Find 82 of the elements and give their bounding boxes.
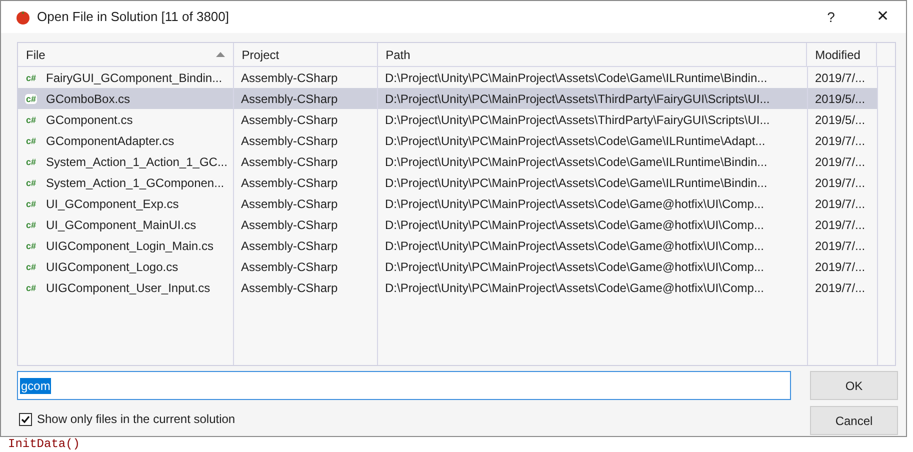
table-cell-text: UIGComponent_Login_Main.cs — [46, 238, 214, 254]
table-cell-text: D:\Project\Unity\PC\MainProject\Assets\Code\Game@hotfix\UI\Comp... — [385, 196, 764, 212]
table-cell-text: Assembly-CSharp — [241, 112, 338, 128]
table-cell-text: 2019/7/... — [815, 70, 866, 86]
table-cell-text: 2019/7/... — [815, 238, 866, 254]
table-cell-text: 2019/5/... — [815, 90, 866, 108]
table-cell-text: D:\Project\Unity\PC\MainProject\Assets\Code\Game\ILRuntime\Bindin... — [385, 70, 768, 86]
table-cell-text: D:\Project\Unity\PC\MainProject\Assets\Code\Game@hotfix\UI\Comp... — [385, 238, 764, 254]
table-cell-text: System_Action_1_GComponen... — [46, 174, 224, 192]
csharp-icon: c# — [25, 94, 38, 104]
table-cell-text: D:\Project\Unity\PC\MainProject\Assets\Code\Game@hotfix\UI\Comp... — [385, 258, 764, 276]
table-cell-text: 2019/5/... — [815, 112, 866, 128]
file-row[interactable]: c# GComboBox.cs Assembly-CSharp D:\Project\Unity\PC\MainProject\Assets\ThirdParty\FairyGUI\Scripts\UI... 2019/5/... — [18, 88, 878, 109]
csharp-icon: c# — [25, 178, 38, 188]
table-cell-text: D:\Project\Unity\PC\MainProject\Assets\ThirdParty\FairyGUI\Scripts\UI... — [385, 112, 770, 128]
csharp-icon: c# — [25, 72, 38, 82]
table-cell-text: Assembly-CSharp — [241, 132, 338, 150]
file-row[interactable]: c# System_Action_1_Action_1_GC... Assembly-CSharp D:\Project\Unity\PC\MainProject\Assets\Code\Game\ILRuntime\Bindin... 2019/7/... — [18, 151, 878, 172]
file-row[interactable]: c# UIGComponent_Login_Main.cs Assembly-CSharp D:\Project\Unity\PC\MainProject\Assets\Code\Game@hotfix\UI\Comp... 2019/7/... — [18, 235, 878, 256]
table-cell-text: FairyGUI_GComponent_Bindin... — [46, 70, 222, 86]
table-cell-text: 2019/7/... — [815, 216, 866, 234]
table-cell-text: UIGComponent_User_Input.cs — [46, 280, 210, 296]
checkbox-label: Show only files in the current solution — [37, 411, 236, 428]
csharp-icon: c# — [25, 240, 38, 250]
table-cell-text: GComponent.cs — [46, 112, 133, 128]
cancel-button[interactable]: Cancel — [810, 406, 898, 435]
table-cell-text: D:\Project\Unity\PC\MainProject\Assets\ThirdParty\FairyGUI\Scripts\UI... — [385, 90, 770, 108]
table-cell-text: 2019/7/... — [815, 258, 866, 276]
table-cell-text: GComboBox.cs — [46, 90, 130, 108]
column-header[interactable]: Modified — [807, 43, 878, 66]
file-row[interactable]: c# UI_GComponent_Exp.cs Assembly-CSharp D:\Project\Unity\PC\MainProject\Assets\Code\Game@hotfix\UI\Comp... 2019/7/... — [18, 193, 878, 214]
table-cell-text: Assembly-CSharp — [241, 90, 338, 108]
table-cell-text: GComponentAdapter.cs — [46, 132, 174, 150]
file-row[interactable]: c# System_Action_1_GComponen... Assembly-CSharp D:\Project\Unity\PC\MainProject\Assets\Code\Game\ILRuntime\Bindin... 2019/7/... — [18, 172, 878, 193]
table-cell-text: Assembly-CSharp — [241, 280, 338, 296]
table-cell-text: Assembly-CSharp — [241, 154, 338, 170]
table-cell-text: Assembly-CSharp — [241, 196, 338, 212]
code-line: InitData() — [8, 438, 80, 451]
sort-up-icon — [216, 52, 225, 57]
table-cell-text: System_Action_1_Action_1_GC... — [46, 154, 228, 170]
tomato-icon — [15, 9, 31, 25]
file-row[interactable]: c# GComponentAdapter.cs Assembly-CSharp D:\Project\Unity\PC\MainProject\Assets\Code\Game\ILRuntime\Adapt... 2019/7/... — [18, 130, 878, 151]
table-cell-text: D:\Project\Unity\PC\MainProject\Assets\Code\Game@hotfix\UI\Comp... — [385, 280, 764, 296]
table-cell-text: 2019/7/... — [815, 132, 866, 150]
help-button[interactable]: ? — [808, 1, 854, 33]
csharp-icon: c# — [25, 262, 38, 272]
table-cell-text: UI_GComponent_MainUI.cs — [46, 216, 196, 234]
file-row[interactable]: c# GComponent.cs Assembly-CSharp D:\Project\Unity\PC\MainProject\Assets\ThirdParty\FairyGUI\Scripts\UI... 2019/5/... — [18, 109, 878, 130]
table-cell-text: 2019/7/... — [815, 196, 866, 212]
table-cell-text: D:\Project\Unity\PC\MainProject\Assets\Code\Game\ILRuntime\Adapt... — [385, 132, 766, 150]
csharp-icon: c# — [25, 220, 38, 230]
table-cell-text: D:\Project\Unity\PC\MainProject\Assets\Code\Game\ILRuntime\Bindin... — [385, 154, 768, 170]
csharp-icon: c# — [25, 198, 38, 208]
ok-button[interactable]: OK — [810, 371, 898, 400]
file-row[interactable]: c# UI_GComponent_MainUI.cs Assembly-CSharp D:\Project\Unity\PC\MainProject\Assets\Code\Game@hotfix\UI\Comp... 2019/7/... — [18, 214, 878, 235]
search-field[interactable]: gcom — [17, 371, 791, 400]
table-cell-text: 2019/7/... — [815, 280, 866, 296]
table-cell-text: Assembly-CSharp — [241, 70, 338, 86]
table-cell-text: UI_GComponent_Exp.cs — [46, 196, 179, 212]
csharp-icon: c# — [25, 282, 38, 292]
column-header[interactable]: Path — [378, 43, 808, 66]
table-cell-text: D:\Project\Unity\PC\MainProject\Assets\Code\Game\ILRuntime\Bindin... — [385, 174, 768, 192]
csharp-icon: c# — [25, 136, 38, 146]
table-cell-text: 2019/7/... — [815, 174, 866, 192]
file-row[interactable]: c# UIGComponent_User_Input.cs Assembly-CSharp D:\Project\Unity\PC\MainProject\Assets\Code\Game@hotfix\UI\Comp... 2019/7/... — [18, 277, 878, 298]
field-value: gcom — [20, 378, 52, 394]
column-header[interactable]: File — [18, 43, 234, 66]
table-cell-text: Assembly-CSharp — [241, 258, 338, 276]
table-cell-text: Assembly-CSharp — [241, 174, 338, 192]
file-row[interactable]: c# FairyGUI_GComponent_Bindin... Assembly-CSharp D:\Project\Unity\PC\MainProject\Assets\Code\Game\ILRuntime\Bindin... 2019/7/... — [18, 67, 878, 88]
csharp-icon: c# — [25, 156, 38, 166]
table-cell-text: D:\Project\Unity\PC\MainProject\Assets\Code\Game@hotfix\UI\Comp... — [385, 216, 764, 234]
window-title: Open File in Solution [11 of 3800] — [37, 8, 229, 26]
checkbox[interactable] — [19, 412, 32, 426]
column-header[interactable]: Project — [234, 43, 378, 66]
table-cell-text: UIGComponent_Logo.cs — [46, 258, 178, 276]
close-button[interactable]: ✕ — [860, 1, 906, 33]
csharp-icon: c# — [25, 114, 38, 124]
file-row[interactable]: c# UIGComponent_Logo.cs Assembly-CSharp D:\Project\Unity\PC\MainProject\Assets\Code\Game@hotfix\UI\Comp... 2019/7/... — [18, 256, 878, 277]
table-cell-text: Assembly-CSharp — [241, 238, 338, 254]
table-cell-text: Assembly-CSharp — [241, 216, 338, 234]
table-cell-text: 2019/7/... — [815, 154, 866, 170]
